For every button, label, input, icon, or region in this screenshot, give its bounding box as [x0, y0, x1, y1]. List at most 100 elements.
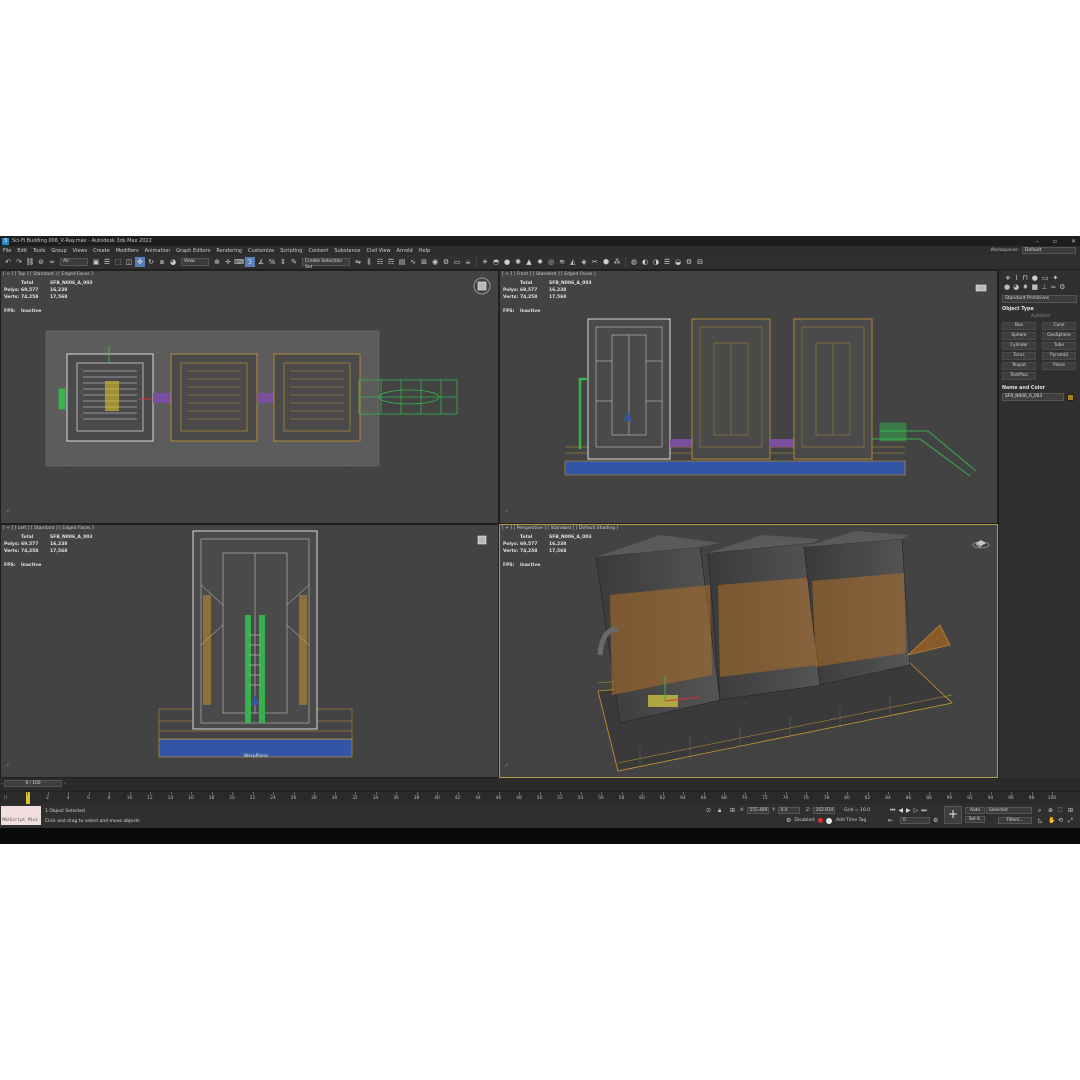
lights-icon[interactable]: ♦	[1022, 283, 1028, 291]
align-icon[interactable]: ⫼	[364, 257, 374, 267]
vray-material-icon[interactable]: ◑	[651, 257, 661, 267]
go-to-start-icon[interactable]: ⏮	[890, 807, 895, 815]
vray-decal-icon[interactable]: ◈	[579, 257, 589, 267]
menu-rendering[interactable]: Rendering	[213, 248, 245, 254]
toggle-ribbon-icon[interactable]: ▤	[397, 257, 407, 267]
key-mode-icon[interactable]: ⇤	[888, 817, 893, 824]
previous-frame-icon[interactable]: ◀	[898, 807, 903, 815]
maximize-icon[interactable]: ▫	[1053, 238, 1057, 245]
viewcube-front-icon[interactable]	[972, 279, 990, 297]
menu-views[interactable]: Views	[70, 248, 90, 254]
snaps-toggle-icon[interactable]: 3	[245, 257, 255, 267]
vray-sphere-icon[interactable]: ●	[502, 257, 512, 267]
vray-render-icon[interactable]: ⊟	[695, 257, 705, 267]
teapot-button[interactable]: Teapot	[1002, 362, 1036, 370]
isolate-selection-icon[interactable]: ⊙	[706, 807, 711, 814]
maximize-viewport-icon[interactable]: ⤢	[1068, 817, 1077, 825]
vray-vfb-icon[interactable]: ◍	[629, 257, 639, 267]
selection-lock-icon[interactable]: 🔒︎	[718, 807, 721, 815]
viewcube-top-icon[interactable]	[473, 277, 491, 295]
menu-content[interactable]: Content	[305, 248, 331, 254]
material-editor-icon[interactable]: ◉	[430, 257, 440, 267]
object-type-rollout[interactable]: Object Type	[1002, 307, 1077, 312]
set-key-button[interactable]: Set K.	[965, 816, 985, 823]
menu-graph-editors[interactable]: Graph Editors	[173, 248, 213, 254]
toggle-layer-explorer-icon[interactable]: ☶	[386, 257, 396, 267]
menu-arnold[interactable]: Arnold	[394, 248, 416, 254]
viewport-left[interactable]: ↗ [ + ] [ Left ] [ Standard ] [ Edged Fa…	[0, 524, 499, 778]
box-button[interactable]: Box	[1002, 322, 1036, 330]
minimize-icon[interactable]: –	[1036, 238, 1039, 245]
cylinder-button[interactable]: Cylinder	[1002, 342, 1036, 350]
key-filters-button[interactable]: Filters...	[998, 817, 1032, 824]
key-filter-dropdown[interactable]: Selected	[986, 807, 1032, 814]
vray-lister-icon[interactable]: ☰	[662, 257, 672, 267]
torus-button[interactable]: Torus	[1002, 352, 1036, 360]
viewport-front[interactable]: ↗ [ + ] [ Front ] [ Standard ] [ Edged F…	[499, 270, 998, 524]
play-icon[interactable]: ▶	[906, 807, 911, 815]
sphere-button[interactable]: Sphere	[1002, 332, 1036, 340]
zoom-icon[interactable]: ⌕	[1038, 807, 1047, 815]
absolute-mode-icon[interactable]: ⊞	[730, 807, 735, 814]
track-bar-toggle-icon[interactable]: ⁞⁞	[4, 795, 7, 801]
geometry-icon[interactable]: ●	[1004, 283, 1010, 291]
time-config-icon[interactable]: ⚙	[933, 817, 938, 824]
menu-animation[interactable]: Animation	[142, 248, 174, 254]
create-tab-icon[interactable]: +	[1005, 274, 1011, 282]
vray-scatter-icon[interactable]: ⁂	[612, 257, 622, 267]
vray-ambient-icon[interactable]: ✹	[535, 257, 545, 267]
current-frame-field[interactable]: 0	[900, 817, 930, 824]
pivot-center-icon[interactable]: ⊕	[212, 257, 222, 267]
window-crossing-icon[interactable]: ◫	[124, 257, 134, 267]
close-icon[interactable]: ✕	[1071, 238, 1076, 245]
add-time-tag[interactable]: Add Time Tag	[836, 818, 866, 823]
vray-settings-icon[interactable]: ⚙	[684, 257, 694, 267]
menu-scripting[interactable]: Scripting	[277, 248, 305, 254]
menu-edit[interactable]: Edit	[14, 248, 30, 254]
pan-icon[interactable]: ✋	[1048, 817, 1057, 825]
orbit-icon[interactable]: ⟲	[1058, 817, 1067, 825]
viewport-label-perspective[interactable]: [ + ] [ Perspective ] [ Standard ] [ Def…	[502, 526, 618, 531]
vray-clipper-icon[interactable]: ✂	[590, 257, 600, 267]
geosphere-button[interactable]: GeoSphere	[1042, 332, 1076, 340]
menu-substance[interactable]: Substance	[331, 248, 363, 254]
render-production-icon[interactable]: ☕	[463, 257, 473, 267]
plane-button[interactable]: Plane	[1042, 362, 1076, 370]
curve-editor-icon[interactable]: ∿	[408, 257, 418, 267]
percent-snap-icon[interactable]: %	[267, 257, 277, 267]
zoom-extents-icon[interactable]: ⛶	[1058, 807, 1067, 815]
menu-group[interactable]: Group	[48, 248, 69, 254]
menu-create[interactable]: Create	[90, 248, 113, 254]
select-object-icon[interactable]: ▣	[91, 257, 101, 267]
select-rotate-icon[interactable]: ↻	[146, 257, 156, 267]
utilities-tab-icon[interactable]: ✦	[1053, 274, 1059, 282]
place-icon[interactable]: ◕	[168, 257, 178, 267]
select-scale-icon[interactable]: ⧈	[157, 257, 167, 267]
schematic-view-icon[interactable]: ⊞	[419, 257, 429, 267]
z-field[interactable]: 102.934	[812, 807, 835, 814]
workspace-dropdown[interactable]: Default	[1022, 247, 1076, 254]
keyboard-shortcut-override-icon[interactable]: ⌨	[234, 257, 244, 267]
record-icon[interactable]	[818, 818, 824, 823]
viewport-label-left[interactable]: [ + ] [ Left ] [ Standard ] [ Edged Face…	[3, 526, 94, 531]
vray-proxy-icon[interactable]: ◎	[546, 257, 556, 267]
toggle-scene-explorer-icon[interactable]: ☷	[375, 257, 385, 267]
menu-tools[interactable]: Tools	[30, 248, 48, 254]
menu-customize[interactable]: Customize	[245, 248, 277, 254]
redo-icon[interactable]: ↷	[14, 257, 24, 267]
adaptive-degradation-icon[interactable]: ⚙	[786, 817, 791, 824]
link-icon[interactable]: ⛓	[25, 257, 35, 267]
pyramid-button[interactable]: Pyramid	[1042, 352, 1076, 360]
time-slider-next-icon[interactable]: ›	[64, 781, 66, 787]
time-tag-icon[interactable]	[826, 817, 833, 824]
object-color-swatch[interactable]	[1067, 393, 1074, 401]
shapes-icon[interactable]: ◕	[1013, 283, 1019, 291]
viewport-top[interactable]: ↗ [ + ] [ Top ] [ Standard ] [ Edged Fac…	[0, 270, 499, 524]
systems-icon[interactable]: ⚙	[1059, 283, 1065, 291]
vray-sun-icon[interactable]: ✺	[513, 257, 523, 267]
unlink-icon[interactable]: ⊘	[36, 257, 46, 267]
select-manipulate-icon[interactable]: ✛	[223, 257, 233, 267]
vray-debug-icon[interactable]: ◒	[673, 257, 683, 267]
hierarchy-tab-icon[interactable]: ⊓	[1022, 274, 1027, 282]
vray-mesh-export-icon[interactable]: ⬢	[601, 257, 611, 267]
